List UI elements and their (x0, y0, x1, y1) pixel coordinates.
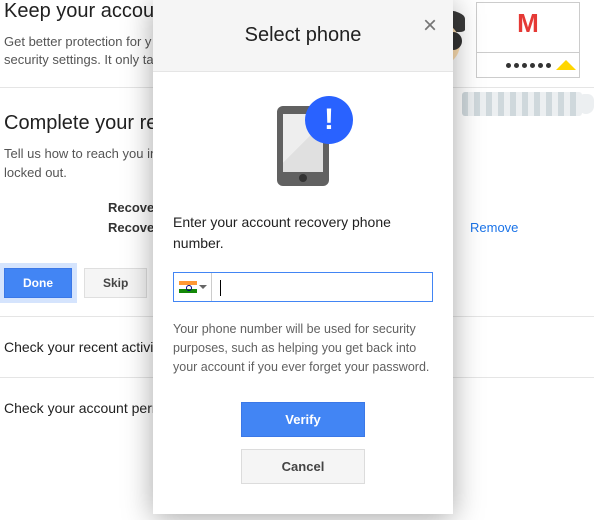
modal-title: Select phone (245, 24, 362, 46)
keyboard-illustration (462, 92, 582, 116)
cancel-button[interactable]: Cancel (241, 449, 365, 484)
phone-alert-icon: ! (173, 96, 433, 212)
country-code-selector[interactable] (174, 273, 212, 301)
alert-icon (556, 50, 576, 70)
chevron-down-icon (199, 285, 207, 293)
close-icon[interactable]: × (423, 14, 437, 38)
verify-button[interactable]: Verify (241, 402, 365, 437)
flag-india-icon (179, 281, 197, 293)
helper-text: Your phone number will be used for secur… (173, 320, 433, 376)
phone-input-group (173, 272, 433, 302)
skip-button[interactable]: Skip (84, 268, 147, 298)
row-label: Recove (108, 220, 154, 235)
mouse-illustration (578, 94, 594, 114)
phone-number-input[interactable] (212, 273, 432, 301)
remove-link[interactable]: Remove (470, 220, 518, 235)
modal-prompt: Enter your account recovery phone number… (173, 212, 433, 254)
select-phone-modal: Select phone × ! Enter your account reco… (153, 0, 453, 514)
done-button[interactable]: Done (4, 268, 72, 298)
